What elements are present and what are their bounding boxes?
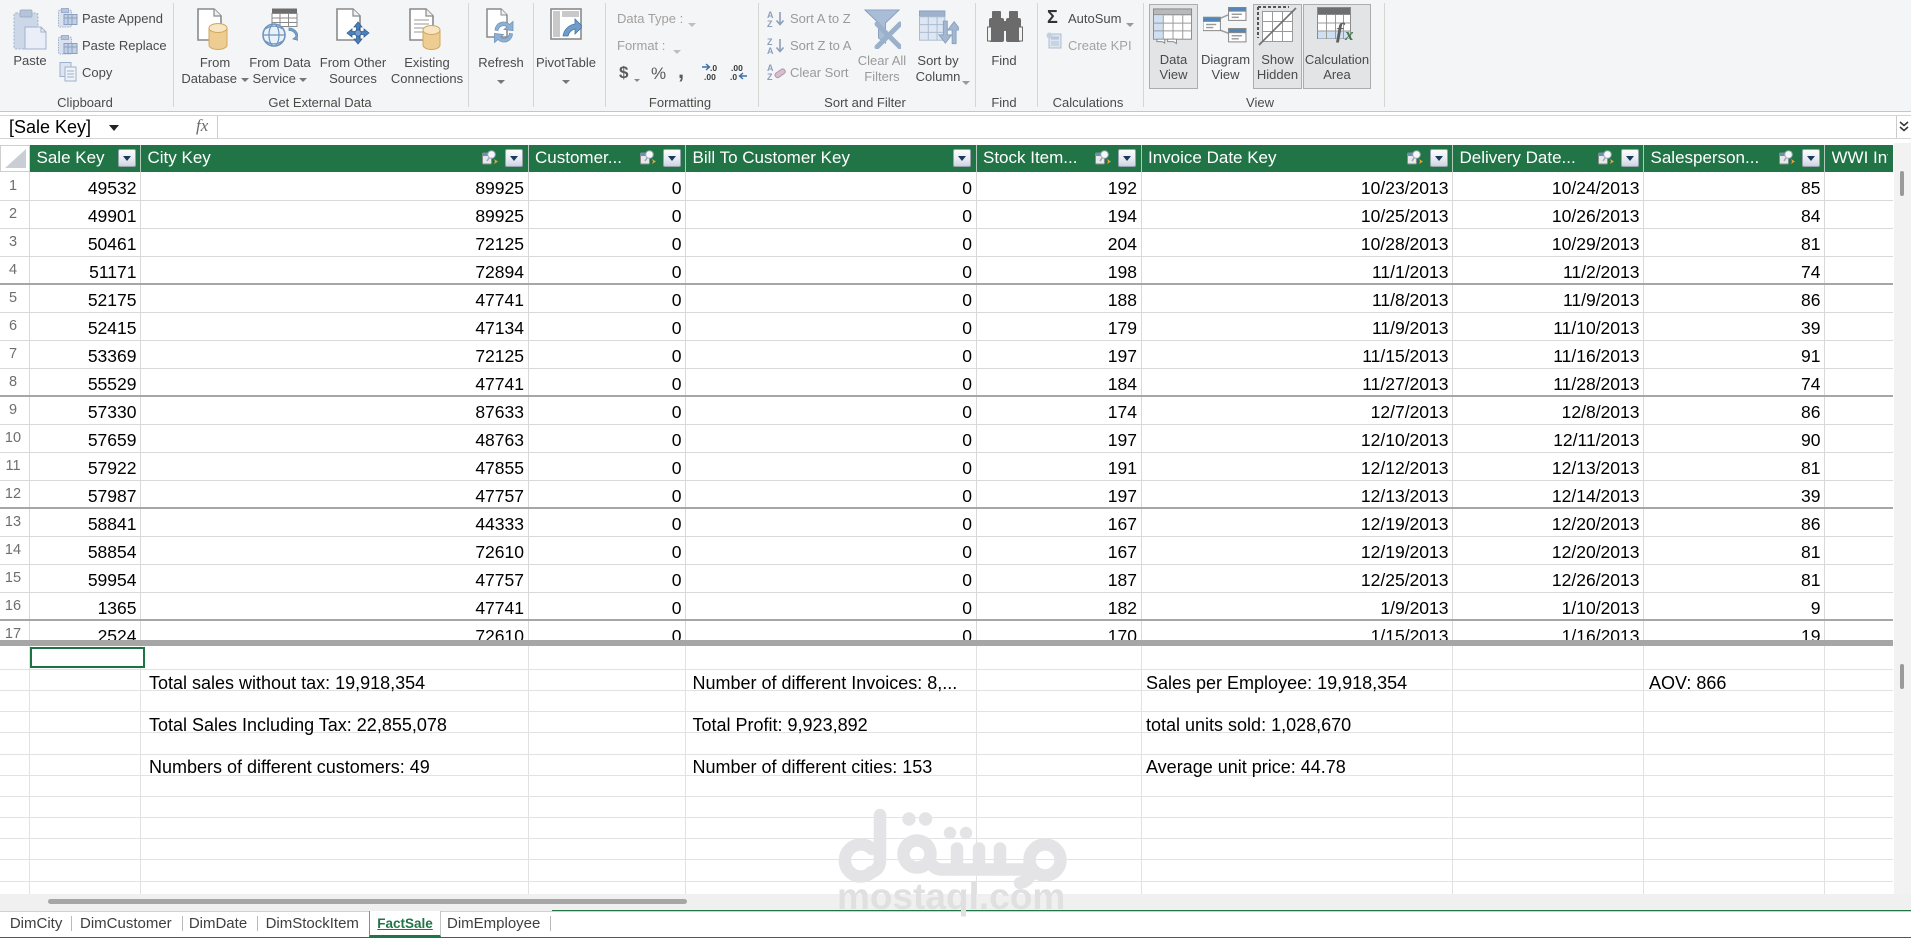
svg-text:x: x bbox=[1344, 25, 1354, 44]
svg-text:mostaql.com: mostaql.com bbox=[837, 876, 1065, 917]
svg-text:Z: Z bbox=[767, 19, 773, 28]
